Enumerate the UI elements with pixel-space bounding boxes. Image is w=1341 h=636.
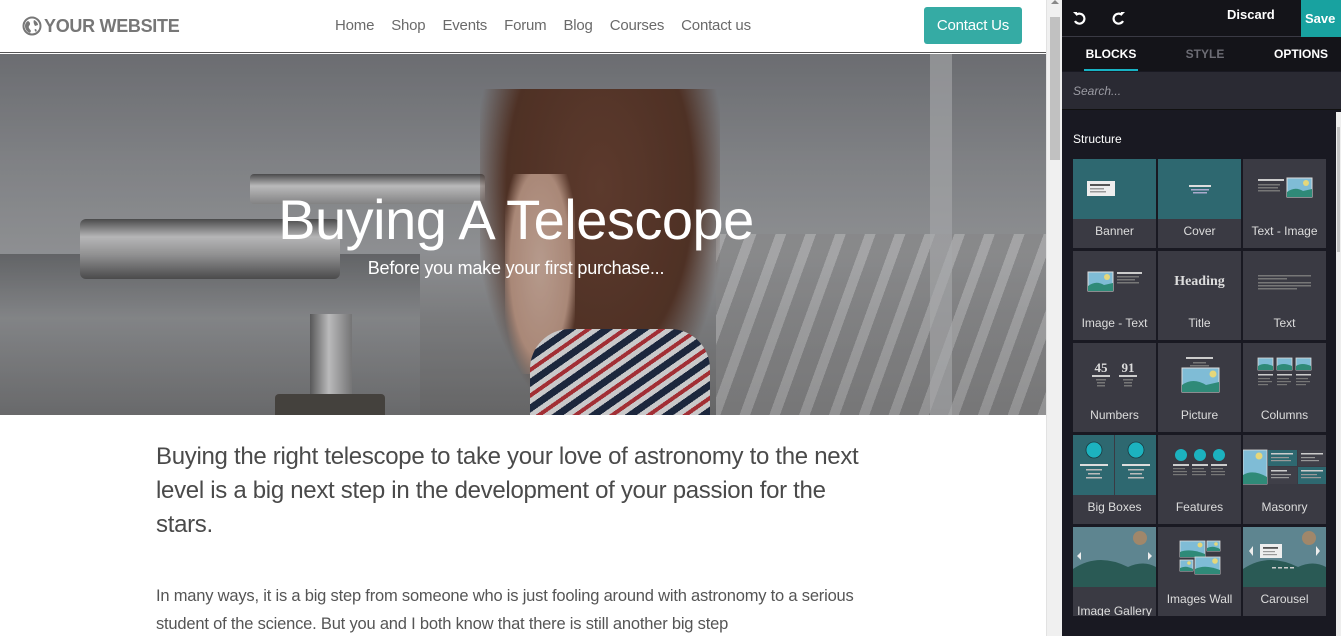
hero-title[interactable]: Buying A Telescope [0,187,1032,252]
tab-options[interactable]: OPTIONS [1270,37,1332,71]
block-label: Carousel [1260,592,1309,606]
website-preview: YOUR WEBSITE Home Shop Events Forum Blog… [0,0,1046,636]
block-label: Title [1188,316,1211,330]
section-title-structure: Structure [1073,132,1122,146]
globe-icon [22,16,42,36]
numbers-icon-text-1: 45 [1095,360,1109,375]
block-features[interactable]: Features [1158,435,1241,524]
title-icon: Heading [1174,274,1225,289]
block-label: Text - Image [1251,224,1318,238]
carousel-icon [1243,527,1326,587]
hero-subtitle[interactable]: Before you make your first purchase... [0,258,1032,279]
tab-blocks[interactable]: BLOCKS [1084,37,1138,71]
block-text-image[interactable]: Text - Image [1243,159,1326,248]
tab-style[interactable]: STYLE [1178,37,1232,71]
picture-icon [1181,357,1220,393]
columns-icon [1257,357,1312,386]
block-picture[interactable]: Picture [1158,343,1241,432]
hero-cover[interactable]: Buying A Telescope Before you make your … [0,54,1046,415]
redo-button[interactable] [1107,6,1131,30]
blocks-grid: Banner Cover Text - Image Image - Text H… [1073,159,1327,616]
discard-button[interactable]: Discard [1227,0,1275,30]
block-label: Columns [1260,408,1309,422]
block-label: Features [1175,500,1224,514]
features-icon [1173,449,1227,476]
editor-panel: Discard Save BLOCKS STYLE OPTIONS Struct… [1062,0,1341,636]
logo-text: YOUR WEBSITE [44,15,180,36]
block-images-wall[interactable]: Images Wall [1158,527,1241,616]
block-title[interactable]: Heading Title [1158,251,1241,340]
contact-us-button[interactable]: Contact Us [924,7,1022,44]
nav-events[interactable]: Events [442,17,487,34]
site-scrollbar-thumb[interactable] [1050,17,1060,160]
editor-toolbar: Discard Save [1062,0,1341,37]
block-label: Banner [1095,224,1134,238]
save-button[interactable]: Save [1301,0,1341,37]
block-carousel[interactable]: Carousel [1243,527,1326,616]
block-cover[interactable]: Cover [1158,159,1241,248]
block-masonry[interactable]: Masonry [1243,435,1326,524]
images-wall-icon [1179,540,1221,575]
undo-icon [1073,12,1086,25]
redo-icon [1112,12,1125,25]
site-header: YOUR WEBSITE Home Shop Events Forum Blog… [0,0,1046,53]
block-label: Masonry [1261,500,1308,514]
nav-forum[interactable]: Forum [504,17,547,34]
block-label: Big Boxes [1087,500,1142,514]
lead-paragraph[interactable]: Buying the right telescope to take your … [156,440,876,542]
big-boxes-icon [1073,435,1156,495]
block-label: Cover [1183,224,1216,238]
block-columns[interactable]: Columns [1243,343,1326,432]
panel-scrollbar-thumb[interactable] [1337,127,1340,252]
blocks-search-input[interactable] [1062,72,1341,110]
block-big-boxes[interactable]: Big Boxes [1073,435,1156,524]
nav-courses[interactable]: Courses [610,17,665,34]
scroll-up-arrow-icon[interactable] [1051,0,1059,4]
text-image-icon [1258,177,1313,198]
image-text-icon [1087,271,1142,292]
block-label: Numbers [1090,408,1139,422]
block-image-text[interactable]: Image - Text [1073,251,1156,340]
block-label: Text [1273,316,1296,330]
image-gallery-icon [1073,527,1156,587]
main-menu: Home Shop Events Forum Blog Courses Cont… [335,17,768,34]
panel-scrollbar[interactable] [1336,112,1341,636]
nav-home[interactable]: Home [335,17,374,34]
block-label: Image Gallery [1077,604,1152,616]
block-numbers[interactable]: 45 91 Numbers [1073,343,1156,432]
editor-tabs: BLOCKS STYLE OPTIONS [1062,37,1341,71]
block-label: Images Wall [1166,592,1233,606]
site-scrollbar[interactable] [1046,0,1062,636]
block-banner[interactable]: Banner [1073,159,1156,248]
banner-icon [1073,159,1156,219]
undo-button[interactable] [1067,6,1091,30]
block-label: Image - Text [1081,316,1148,330]
numbers-icon: 45 91 [1092,360,1137,387]
text-icon [1258,275,1311,290]
block-image-gallery[interactable]: Image Gallery [1073,527,1156,616]
nav-shop[interactable]: Shop [391,17,425,34]
title-icon-text: Heading [1174,274,1225,289]
body-paragraph[interactable]: In many ways, it is a big step from some… [156,582,876,636]
block-label: Picture [1180,408,1219,422]
block-text[interactable]: Text [1243,251,1326,340]
article-content: Buying the right telescope to take your … [156,440,876,636]
numbers-icon-text-2: 91 [1122,360,1135,375]
masonry-icon [1243,449,1326,485]
nav-blog[interactable]: Blog [563,17,592,34]
site-logo[interactable]: YOUR WEBSITE [22,14,180,38]
cover-icon [1158,159,1241,219]
nav-contact-us[interactable]: Contact us [681,17,751,34]
